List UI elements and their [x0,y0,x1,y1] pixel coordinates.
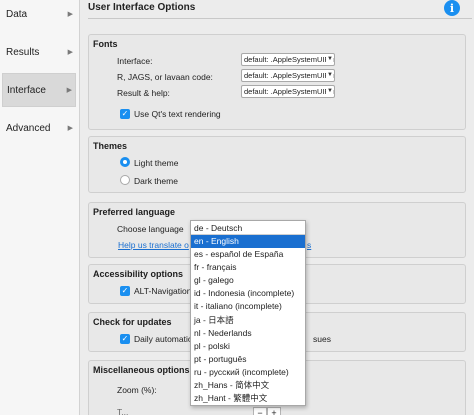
dark-theme-radio[interactable] [120,175,130,185]
fonts-section: Fonts Interface: default: .AppleSystemUI… [88,34,466,130]
alt-navigation-checkbox[interactable]: ✓ [120,286,130,296]
section-title: Preferred language [93,207,176,217]
qt-rendering-label: Use Qt's text rendering [134,109,221,119]
chevron-down-icon: ▼ [326,54,333,65]
language-option[interactable]: gl - galego [191,274,305,287]
divider [88,18,472,19]
chevron-right-icon: ▶ [66,87,72,94]
chevron-right-icon: ▶ [67,11,73,18]
language-option[interactable]: fr - français [191,261,305,274]
section-title: Miscellaneous options [93,365,190,375]
language-option[interactable]: es - español de España [191,248,305,261]
page-title: User Interface Options [88,2,196,13]
language-option[interactable]: pt - português [191,353,305,366]
sidebar-item-label: Data [6,8,28,20]
zoom-decrement-button[interactable]: − [253,407,267,415]
help-translate-link[interactable]: Help us translate o [118,240,189,250]
info-icon[interactable]: i [444,0,460,16]
select-value: default: .AppleSystemUIFont [244,87,335,96]
select-value: default: .AppleSystemUIFont [244,71,335,80]
language-option[interactable]: it - italiano (incomplete) [191,300,305,313]
sidebar-item-advanced[interactable]: Advanced ▶ [2,111,76,145]
chevron-down-icon: ▼ [326,86,333,97]
daily-updates-checkbox[interactable]: ✓ [120,334,130,344]
result-font-label: Result & help: [117,88,170,98]
sidebar-item-data[interactable]: Data ▶ [2,0,76,31]
alt-navigation-label: ALT-Navigation [134,286,192,296]
language-dropdown[interactable]: de - Deutsch en - English es - español de… [190,220,306,407]
language-option[interactable]: zh_Hant - 繁體中文 [191,392,305,405]
result-font-select[interactable]: default: .AppleSystemUIFont ▼ [241,85,335,98]
select-value: default: .AppleSystemUIFont [244,55,335,64]
chevron-down-icon: ▼ [326,70,333,81]
language-current-value[interactable]: de - Deutsch [191,221,305,235]
language-option[interactable]: nl - Nederlands [191,327,305,340]
sidebar-item-label: Results [6,46,40,58]
themes-section: Themes Light theme Dark theme [88,136,466,193]
language-options-list: en - English es - español de España fr - f… [191,235,305,405]
chevron-right-icon: ▶ [67,49,73,56]
section-title: Themes [93,141,128,151]
light-theme-radio[interactable] [120,157,130,167]
dark-theme-label: Dark theme [134,176,178,186]
section-title: Fonts [93,39,118,49]
sidebar-item-interface[interactable]: Interface ▶ [2,73,76,107]
light-theme-label: Light theme [134,158,179,168]
language-option[interactable]: ru - русский (incomplete) [191,366,305,379]
misc-partial-label: T... [117,407,129,415]
help-translate-link-tail[interactable]: s [307,240,311,250]
language-option[interactable]: id - Indonesia (incomplete) [191,287,305,300]
daily-updates-label: Daily automatio [134,334,193,344]
section-title: Accessibility options [93,269,184,279]
rjags-font-label: R, JAGS, or lavaan code: [117,72,213,82]
sidebar-item-label: Interface [7,84,46,96]
language-option[interactable]: ja - 日本語 [191,314,305,327]
interface-font-label: Interface: [117,56,153,66]
chevron-right-icon: ▶ [67,125,73,132]
zoom-increment-button[interactable]: + [267,407,281,415]
choose-language-label: Choose language [117,224,184,234]
sidebar-item-label: Advanced [6,122,51,134]
zoom-label: Zoom (%): [117,385,157,395]
qt-rendering-checkbox[interactable]: ✓ [120,109,130,119]
sidebar: Data ▶ Results ▶ Interface ▶ Advanced ▶ [0,0,80,415]
rjags-font-select[interactable]: default: .AppleSystemUIFont ▼ [241,69,335,82]
sidebar-item-results[interactable]: Results ▶ [2,35,76,69]
daily-updates-label-tail: sues [313,334,331,344]
section-title: Check for updates [93,317,172,327]
language-option[interactable]: zh_Hans - 简体中文 [191,379,305,392]
language-option[interactable]: en - English [191,235,305,249]
interface-font-select[interactable]: default: .AppleSystemUIFont ▼ [241,53,335,66]
language-option[interactable]: pl - polski [191,340,305,353]
